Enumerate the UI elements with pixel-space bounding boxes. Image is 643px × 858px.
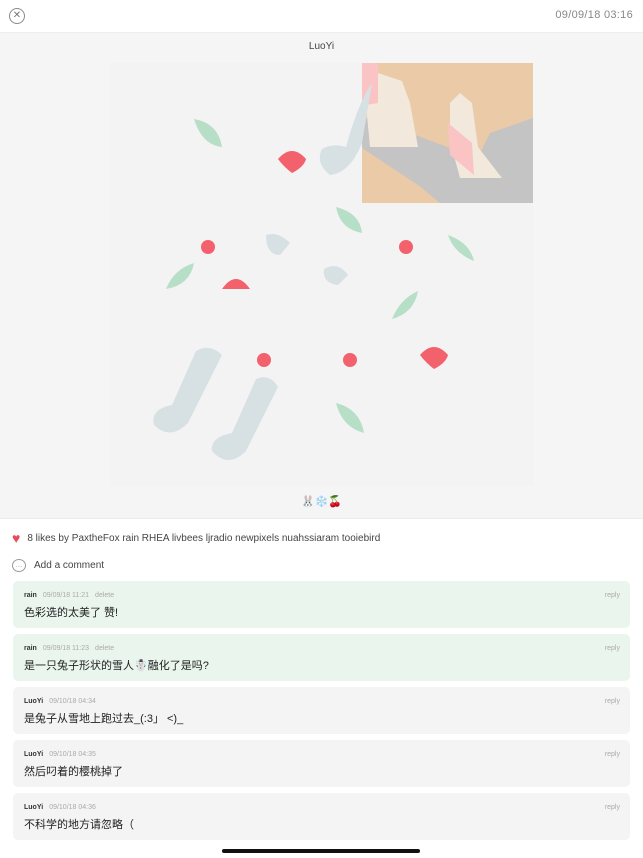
- comment-time: 09/10/18 04:34: [49, 698, 96, 705]
- comment-card: rain 09/09/18 11:21 delete reply 色彩选的太美了…: [13, 581, 630, 628]
- comment-card: LuoYi 09/10/18 04:35 reply 然后叼着的樱桃掉了: [13, 740, 630, 787]
- comment-meta: rain 09/09/18 11:21 delete: [24, 592, 114, 599]
- reply-button[interactable]: reply: [605, 804, 620, 811]
- comment-meta: LuoYi 09/10/18 04:35: [24, 751, 96, 758]
- cherry: [201, 240, 215, 254]
- post-caption: 🐰❄️🍒: [300, 496, 343, 508]
- home-indicator[interactable]: [222, 849, 420, 853]
- likes-row: ♥ 8 likes by PaxtheFox rain RHEA livbees…: [12, 531, 380, 545]
- comment-username[interactable]: LuoYi: [24, 698, 43, 705]
- reply-button[interactable]: reply: [605, 645, 620, 652]
- comment-username[interactable]: rain: [24, 645, 37, 652]
- comment-time: 09/10/18 04:36: [49, 804, 96, 811]
- reply-button[interactable]: reply: [605, 751, 620, 758]
- add-comment-button[interactable]: … Add a comment: [12, 559, 104, 572]
- post-author[interactable]: LuoYi: [0, 41, 643, 52]
- comment-time: 09/09/18 11:21: [42, 592, 90, 599]
- character-face: [362, 63, 533, 203]
- comment-username[interactable]: LuoYi: [24, 804, 43, 811]
- comment-meta: LuoYi 09/10/18 04:34: [24, 698, 96, 705]
- comment-username[interactable]: LuoYi: [24, 751, 43, 758]
- comment-text: 是一只兔子形状的雪人☃️融化了是吗?: [24, 660, 209, 672]
- comment-meta: rain 09/09/18 11:23 delete: [24, 645, 114, 652]
- comment-time: 09/10/18 04:35: [49, 751, 96, 758]
- cherry: [257, 353, 271, 367]
- pixel-artwork: [110, 63, 533, 486]
- comment-list: rain 09/09/18 11:21 delete reply 色彩选的太美了…: [13, 581, 630, 846]
- cherry: [343, 353, 357, 367]
- comment-text: 是兔子从雪地上跑过去_(:3」 <)_: [24, 713, 184, 725]
- post-timestamp: 09/09/18 03:16: [555, 9, 633, 21]
- reply-button[interactable]: reply: [605, 592, 620, 599]
- artwork-panel: LuoYi 🐰❄️🍒: [0, 32, 643, 519]
- cherry: [399, 240, 413, 254]
- comment-card: rain 09/09/18 11:23 delete reply 是一只兔子形状…: [13, 634, 630, 681]
- comment-text: 不科学的地方请忽略（: [24, 819, 134, 831]
- delete-button[interactable]: delete: [95, 592, 114, 599]
- heart-icon[interactable]: ♥: [12, 531, 20, 545]
- delete-button[interactable]: delete: [95, 645, 114, 652]
- comment-meta: LuoYi 09/10/18 04:36: [24, 804, 96, 811]
- close-icon[interactable]: ✕: [9, 8, 25, 24]
- comment-username[interactable]: rain: [24, 592, 37, 599]
- comment-text: 然后叼着的樱桃掉了: [24, 766, 123, 778]
- comment-text: 色彩选的太美了 赞!: [24, 607, 119, 619]
- reply-button[interactable]: reply: [605, 698, 620, 705]
- comment-time: 09/09/18 11:23: [42, 645, 90, 652]
- top-bar: ✕ 09/09/18 03:16: [0, 0, 643, 32]
- comment-card: LuoYi 09/10/18 04:36 reply 不科学的地方请忽略（: [13, 793, 630, 840]
- comment-card: LuoYi 09/10/18 04:34 reply 是兔子从雪地上跑过去_(:…: [13, 687, 630, 734]
- comment-bubble-icon: …: [12, 559, 26, 572]
- likes-text[interactable]: 8 likes by PaxtheFox rain RHEA livbees l…: [27, 533, 380, 544]
- add-comment-label: Add a comment: [34, 560, 105, 571]
